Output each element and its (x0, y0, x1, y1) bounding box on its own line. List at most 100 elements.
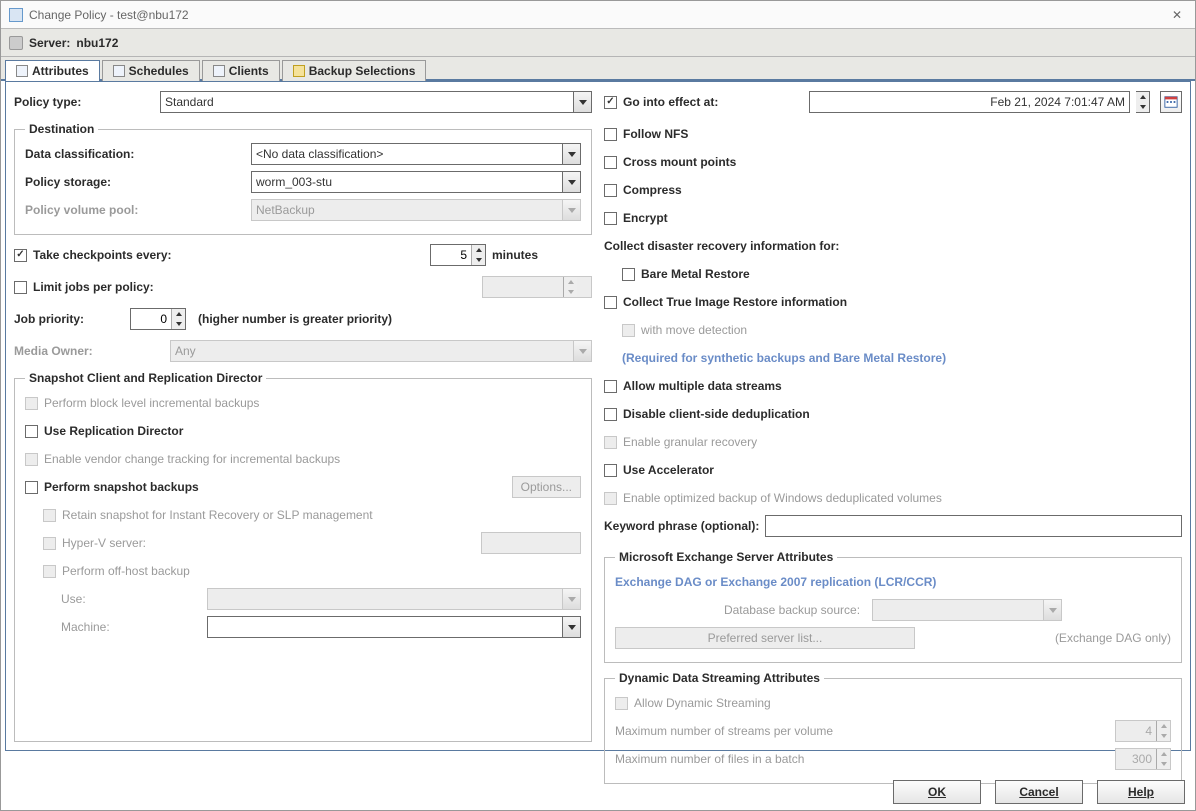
job-priority-spinner[interactable] (130, 308, 186, 330)
checkpoints-input[interactable] (431, 245, 471, 265)
job-priority-row: Job priority: (higher number is greater … (14, 307, 592, 331)
use-accelerator-label: Use Accelerator (623, 463, 714, 477)
collect-tir-label: Collect True Image Restore information (623, 295, 847, 309)
spinner-up[interactable] (472, 245, 485, 255)
checkpoints-row: Take checkpoints every: minutes (14, 243, 592, 267)
spinner-up[interactable] (1136, 92, 1149, 102)
media-owner-combo: Any (170, 340, 592, 362)
tab-label: Clients (229, 64, 269, 78)
date-value: Feb 21, 2024 7:01:47 AM (990, 95, 1125, 109)
combo-value: Any (175, 344, 196, 358)
left-column: Policy type: Standard Destination Data c… (14, 90, 592, 742)
use-accelerator-checkbox[interactable] (604, 464, 617, 477)
footer-buttons: OK Cancel Help (893, 780, 1185, 804)
tab-schedules[interactable]: Schedules (102, 60, 200, 81)
enable-optimized-checkbox (604, 492, 617, 505)
perform-snapshot-checkbox[interactable] (25, 481, 38, 494)
spinner-down[interactable] (172, 319, 185, 329)
date-spinner[interactable] (1136, 91, 1150, 113)
offhost-checkbox (43, 565, 56, 578)
chevron-down-icon (562, 200, 580, 220)
collect-tir-checkbox[interactable] (604, 296, 617, 309)
exchange-legend: Microsoft Exchange Server Attributes (615, 550, 837, 564)
hyperv-checkbox (43, 537, 56, 550)
tab-label: Backup Selections (309, 64, 416, 78)
compress-label: Compress (623, 183, 682, 197)
limit-jobs-spinner (482, 276, 592, 298)
spinner-down (564, 287, 577, 297)
policy-type-select[interactable]: Standard (160, 91, 592, 113)
follow-nfs-label: Follow NFS (623, 127, 688, 141)
spinner-up (564, 277, 577, 287)
help-button[interactable]: Help (1097, 780, 1185, 804)
exchange-subtitle: Exchange DAG or Exchange 2007 replicatio… (615, 575, 936, 589)
limit-jobs-row: Limit jobs per policy: (14, 275, 592, 299)
tab-label: Attributes (32, 64, 89, 78)
collect-dr-label: Collect disaster recovery information fo… (604, 239, 839, 253)
exchange-fieldset: Microsoft Exchange Server Attributes Exc… (604, 550, 1182, 663)
take-checkpoints-checkbox[interactable] (14, 249, 27, 262)
tab-attributes[interactable]: Attributes (5, 60, 100, 81)
spinner-up[interactable] (172, 309, 185, 319)
tab-bar: Attributes Schedules Clients Backup Sele… (1, 57, 1195, 81)
use-replication-director-checkbox[interactable] (25, 425, 38, 438)
compress-checkbox[interactable] (604, 184, 617, 197)
go-into-effect-checkbox[interactable] (604, 96, 617, 109)
spinner-down[interactable] (1136, 102, 1149, 112)
policy-storage-select[interactable]: worm_003-stu (251, 171, 581, 193)
limit-jobs-checkbox[interactable] (14, 281, 27, 294)
chevron-down-icon (562, 172, 580, 192)
calendar-button[interactable] (1160, 91, 1182, 113)
hyperv-input (481, 532, 581, 554)
server-bar: Server: nbu172 (1, 29, 1195, 57)
enable-granular-label: Enable granular recovery (623, 435, 757, 449)
disable-dedup-checkbox[interactable] (604, 408, 617, 421)
tab-backup-selections[interactable]: Backup Selections (282, 60, 427, 81)
block-level-label: Perform block level incremental backups (44, 396, 259, 410)
encrypt-checkbox[interactable] (604, 212, 617, 225)
keyword-input[interactable] (765, 515, 1182, 537)
change-policy-window: Change Policy - test@nbu172 ✕ Server: nb… (0, 0, 1196, 811)
use-label: Use: (61, 592, 201, 606)
ok-button[interactable]: OK (893, 780, 981, 804)
folder-icon (293, 65, 305, 77)
clients-icon (213, 65, 225, 77)
bare-metal-checkbox[interactable] (622, 268, 635, 281)
job-priority-input[interactable] (131, 309, 171, 329)
tab-clients[interactable]: Clients (202, 60, 280, 81)
max-files-input (1116, 749, 1156, 769)
policy-type-row: Policy type: Standard (14, 90, 592, 114)
titlebar: Change Policy - test@nbu172 ✕ (1, 1, 1195, 29)
close-button[interactable]: ✕ (1167, 5, 1187, 25)
clock-icon (113, 65, 125, 77)
effect-date-input[interactable]: Feb 21, 2024 7:01:47 AM (809, 91, 1130, 113)
cross-mount-checkbox[interactable] (604, 156, 617, 169)
vendor-change-label: Enable vendor change tracking for increm… (44, 452, 340, 466)
offhost-machine-combo[interactable] (207, 616, 581, 638)
vendor-change-checkbox (25, 453, 38, 466)
snapshot-legend: Snapshot Client and Replication Director (25, 371, 266, 385)
data-classification-select[interactable]: <No data classification> (251, 143, 581, 165)
right-column: Go into effect at: Feb 21, 2024 7:01:47 … (604, 90, 1182, 742)
max-streams-label: Maximum number of streams per volume (615, 724, 1109, 738)
db-source-combo (872, 599, 1062, 621)
server-name: nbu172 (76, 36, 118, 50)
spinner-down[interactable] (472, 255, 485, 265)
cancel-button[interactable]: Cancel (995, 780, 1083, 804)
offhost-label: Perform off-host backup (62, 564, 190, 578)
disable-dedup-label: Disable client-side deduplication (623, 407, 810, 421)
chevron-down-icon (1043, 600, 1061, 620)
allow-multiple-checkbox[interactable] (604, 380, 617, 393)
chevron-down-icon (562, 617, 580, 637)
machine-label: Machine: (61, 620, 201, 634)
allow-multiple-label: Allow multiple data streams (623, 379, 782, 393)
with-move-checkbox (622, 324, 635, 337)
content-area: Policy type: Standard Destination Data c… (5, 81, 1191, 751)
db-source-label: Database backup source: (724, 603, 860, 617)
retain-snapshot-checkbox (43, 509, 56, 522)
allow-dynamic-checkbox (615, 697, 628, 710)
encrypt-label: Encrypt (623, 211, 668, 225)
follow-nfs-checkbox[interactable] (604, 128, 617, 141)
checkpoints-spinner[interactable] (430, 244, 486, 266)
destination-legend: Destination (25, 122, 98, 136)
